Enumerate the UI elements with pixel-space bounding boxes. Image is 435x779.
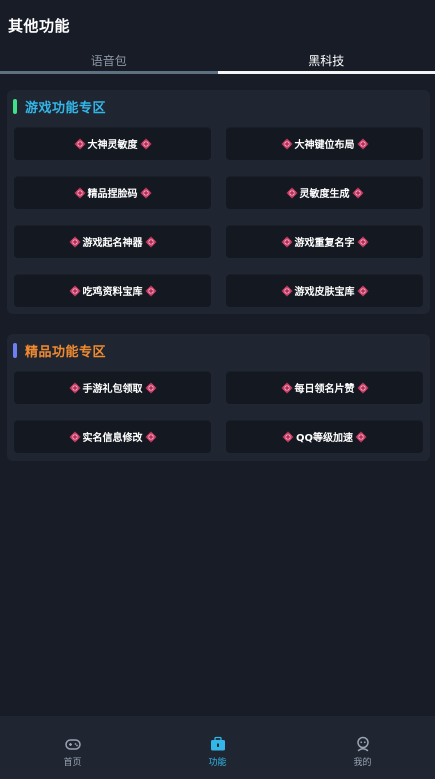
diamond-icon (282, 431, 294, 443)
diamond-icon (74, 187, 86, 199)
feature-label: 游戏皮肤宝库 (294, 287, 355, 298)
page-title: 其他功能 (8, 17, 71, 35)
feature-label: 游戏重复名字 (294, 238, 355, 249)
diamond-icon (352, 187, 364, 199)
feature-button-face-codes[interactable]: 精品捏脸码 (14, 176, 211, 209)
feature-button-skin-library[interactable]: 游戏皮肤宝库 (226, 274, 423, 307)
feature-button-sensitivity-generator[interactable]: 灵敏度生成 (226, 176, 423, 209)
toolbox-icon (209, 735, 227, 753)
section-accent-bar (13, 342, 17, 358)
diamond-icon (140, 138, 152, 150)
section-game-features: 游戏功能专区 大神灵敏度 大神键位布局 精品捏脸码 灵敏度生成 游戏起名神器 游… (7, 90, 430, 314)
app-root: 其他功能 语音包 黑科技 游戏功能专区 大神灵敏度 大神键位布局 精品捏脸码 灵… (0, 0, 435, 779)
feature-button-qq-level-boost[interactable]: QQ等级加速 (226, 420, 423, 453)
nav-features[interactable]: 功能 (145, 716, 290, 779)
nav-label: 首页 (63, 758, 82, 768)
diamond-icon (145, 431, 157, 443)
feature-label: QQ等级加速 (295, 433, 353, 444)
feature-label: 精品捏脸码 (87, 189, 138, 200)
feature-button-duplicate-name[interactable]: 游戏重复名字 (226, 225, 423, 258)
feature-label: 吃鸡资料宝库 (82, 287, 143, 298)
bottom-nav: 首页 功能 我的 (0, 716, 435, 779)
diamond-icon (281, 236, 293, 248)
diamond-icon (69, 285, 81, 297)
diamond-icon (357, 382, 369, 394)
diamond-icon (281, 138, 293, 150)
diamond-icon (69, 382, 81, 394)
nav-profile[interactable]: 我的 (290, 716, 435, 779)
diamond-icon (145, 236, 157, 248)
feature-label: 大神灵敏度 (87, 140, 138, 151)
feature-label: 手游礼包领取 (82, 384, 143, 395)
feature-label: 实名信息修改 (82, 433, 143, 444)
diamond-icon (140, 187, 152, 199)
gamepad-icon (64, 735, 82, 753)
diamond-icon (69, 236, 81, 248)
feature-button-pro-sensitivity[interactable]: 大神灵敏度 (14, 127, 211, 160)
section-header: 游戏功能专区 (13, 98, 107, 116)
diamond-icon (357, 285, 369, 297)
diamond-icon (357, 138, 369, 150)
tab-underline (0, 71, 435, 74)
tab-underline-inactive (0, 71, 218, 74)
feature-label: 每日领名片赞 (294, 384, 355, 395)
section-title: 精品功能专区 (25, 344, 107, 360)
feature-button-gift-packs[interactable]: 手游礼包领取 (14, 371, 211, 404)
feature-button-name-generator[interactable]: 游戏起名神器 (14, 225, 211, 258)
feature-button-daily-likes[interactable]: 每日领名片赞 (226, 371, 423, 404)
nav-home[interactable]: 首页 (0, 716, 145, 779)
diamond-icon (145, 285, 157, 297)
section-header: 精品功能专区 (13, 342, 107, 360)
diamond-icon (281, 285, 293, 297)
feature-button-realname-edit[interactable]: 实名信息修改 (14, 420, 211, 453)
nav-label: 功能 (208, 758, 227, 768)
feature-label: 灵敏度生成 (299, 189, 350, 200)
feature-label: 游戏起名神器 (82, 238, 143, 249)
profile-icon (354, 735, 372, 753)
tab-underline-active (218, 71, 435, 74)
diamond-icon (69, 431, 81, 443)
section-accent-bar (13, 98, 17, 114)
feature-button-pro-key-layout[interactable]: 大神键位布局 (226, 127, 423, 160)
section-premium-features: 精品功能专区 手游礼包领取 每日领名片赞 实名信息修改 QQ等级加速 (7, 334, 430, 461)
diamond-icon (355, 431, 367, 443)
section-title: 游戏功能专区 (25, 100, 107, 116)
nav-label: 我的 (353, 758, 372, 768)
diamond-icon (357, 236, 369, 248)
tab-bar: 语音包 黑科技 (0, 48, 435, 74)
diamond-icon (74, 138, 86, 150)
diamond-icon (286, 187, 298, 199)
diamond-icon (145, 382, 157, 394)
header: 其他功能 (0, 0, 435, 48)
feature-button-pubg-library[interactable]: 吃鸡资料宝库 (14, 274, 211, 307)
feature-label: 大神键位布局 (294, 140, 355, 151)
diamond-icon (281, 382, 293, 394)
